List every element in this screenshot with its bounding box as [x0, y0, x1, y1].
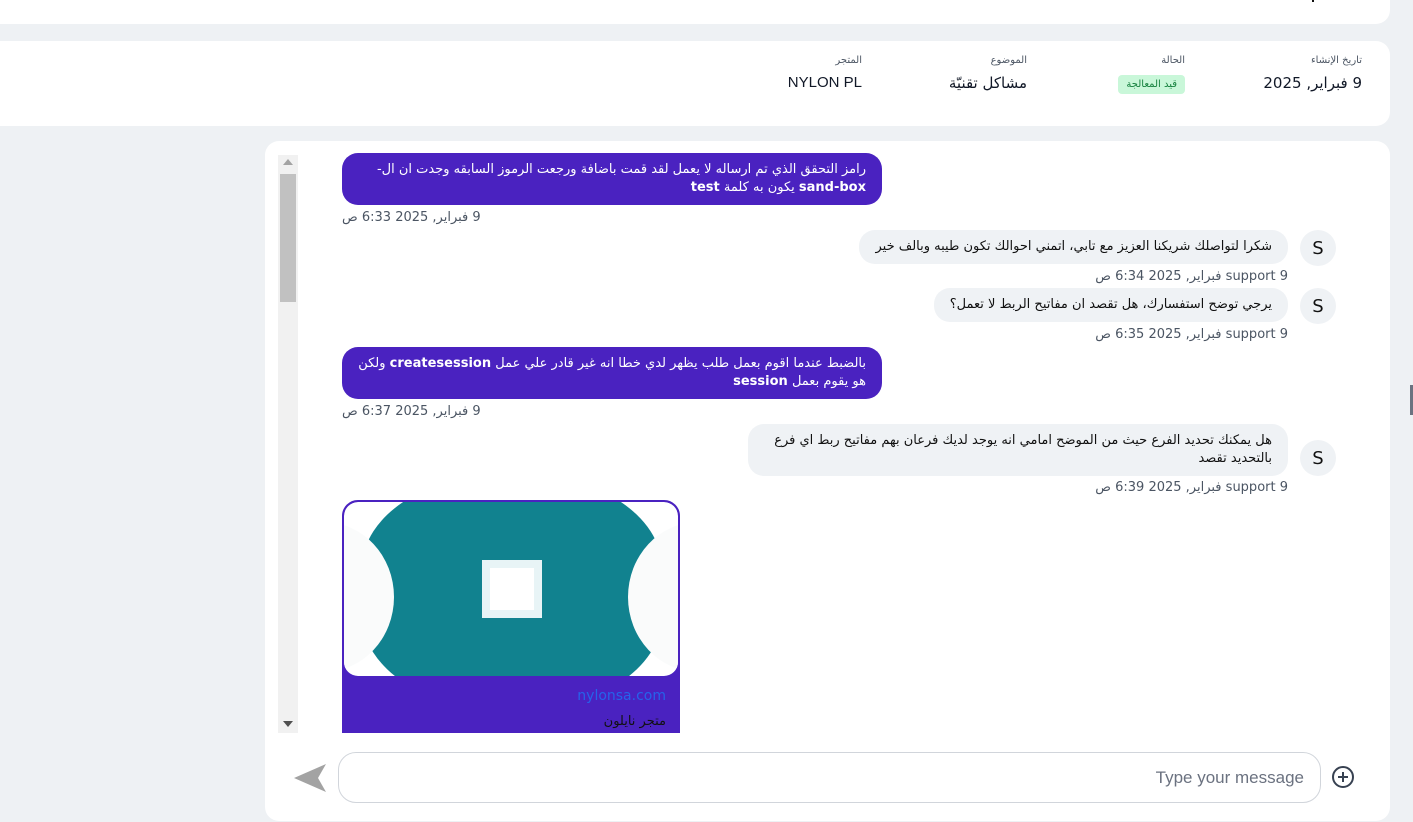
send-icon[interactable] [292, 762, 328, 794]
link-preview-card[interactable]: nylonsa.com متجر نايلون [342, 500, 680, 733]
message-timestamp: 9 فبراير, 2025 6:37 ص [342, 404, 481, 419]
add-circle-icon[interactable] [1331, 765, 1355, 789]
scroll-down-arrow-icon[interactable] [283, 721, 293, 727]
message-text: يكون به كلمة [719, 180, 799, 195]
message-input[interactable] [359, 765, 1304, 791]
incoming-message-bubble: هل يمكنك تحديد الفرع حيث من الموضح امامي… [748, 424, 1288, 476]
message-text: يرجي توضح استفسارك، هل تقصد ان مفاتيح ال… [949, 297, 1272, 312]
link-preview-url[interactable]: nylonsa.com [577, 688, 666, 704]
message-meta: support 9 فبراير, 2025 6:34 ص [1095, 269, 1288, 284]
created-date-label: تاريخ الإنشاء [1310, 55, 1362, 66]
outgoing-message-bubble: بالضبط عندما اقوم بعمل طلب يظهر لدي خطا … [342, 347, 882, 399]
link-preview-image [344, 502, 678, 676]
top-bar-glyph [1312, 0, 1320, 2]
subject-label: الموضوع [990, 55, 1027, 66]
subject-value: مشاكل تقنيّة [948, 74, 1027, 92]
chat-scrollbar[interactable] [278, 155, 298, 733]
scroll-up-arrow-icon[interactable] [283, 159, 293, 165]
message-bold-text: session [733, 374, 788, 389]
message-list: رامز التحقق الذي تم ارساله لا يعمل لقد ق… [300, 142, 1360, 733]
message-composer[interactable] [338, 752, 1321, 803]
message-text: بالضبط عندما اقوم بعمل طلب يظهر لدي خطا … [491, 356, 866, 371]
avatar: S [1300, 440, 1336, 476]
avatar: S [1300, 230, 1336, 266]
ticket-info-card: تاريخ الإنشاء 9 فبراير, 2025 الحالة قيد … [0, 41, 1390, 126]
created-date-field: تاريخ الإنشاء 9 فبراير, 2025 [1263, 55, 1362, 92]
message-text: رامز التحقق الذي تم ارساله لا يعمل لقد ق… [376, 162, 866, 177]
scroll-thumb[interactable] [280, 174, 296, 302]
store-field: المتجر NYLON PL [788, 55, 862, 91]
message-text: شكرا لتواصلك شريكنا العزيز مع تابي، اتمن… [875, 239, 1272, 254]
message-bold-text: sand-box [798, 180, 866, 195]
message-meta: support 9 فبراير, 2025 6:39 ص [1095, 480, 1288, 495]
subject-field: الموضوع مشاكل تقنيّة [949, 55, 1027, 92]
message-bold-text: createsession [389, 356, 492, 371]
incoming-message-bubble: شكرا لتواصلك شريكنا العزيز مع تابي، اتمن… [859, 230, 1288, 264]
status-label: الحالة [1161, 55, 1185, 66]
message-bold-text: test [690, 180, 720, 195]
outgoing-message-bubble: رامز التحقق الذي تم ارساله لا يعمل لقد ق… [342, 153, 882, 205]
avatar: S [1300, 288, 1336, 324]
status-field: الحالة قيد المعالجة [1118, 55, 1185, 94]
incoming-message-bubble: يرجي توضح استفسارك، هل تقصد ان مفاتيح ال… [933, 288, 1288, 322]
message-timestamp: 9 فبراير, 2025 6:33 ص [342, 210, 481, 225]
status-badge: قيد المعالجة [1118, 75, 1185, 94]
link-preview-title: متجر نايلون [603, 714, 666, 729]
store-value: NYLON PL [787, 74, 862, 91]
store-label: المتجر [835, 55, 862, 66]
top-bar-card [0, 0, 1390, 24]
message-meta: support 9 فبراير, 2025 6:35 ص [1095, 327, 1288, 342]
message-text: هل يمكنك تحديد الفرع حيث من الموضح امامي… [774, 433, 1272, 466]
created-date-value: 9 فبراير, 2025 [1263, 74, 1362, 92]
